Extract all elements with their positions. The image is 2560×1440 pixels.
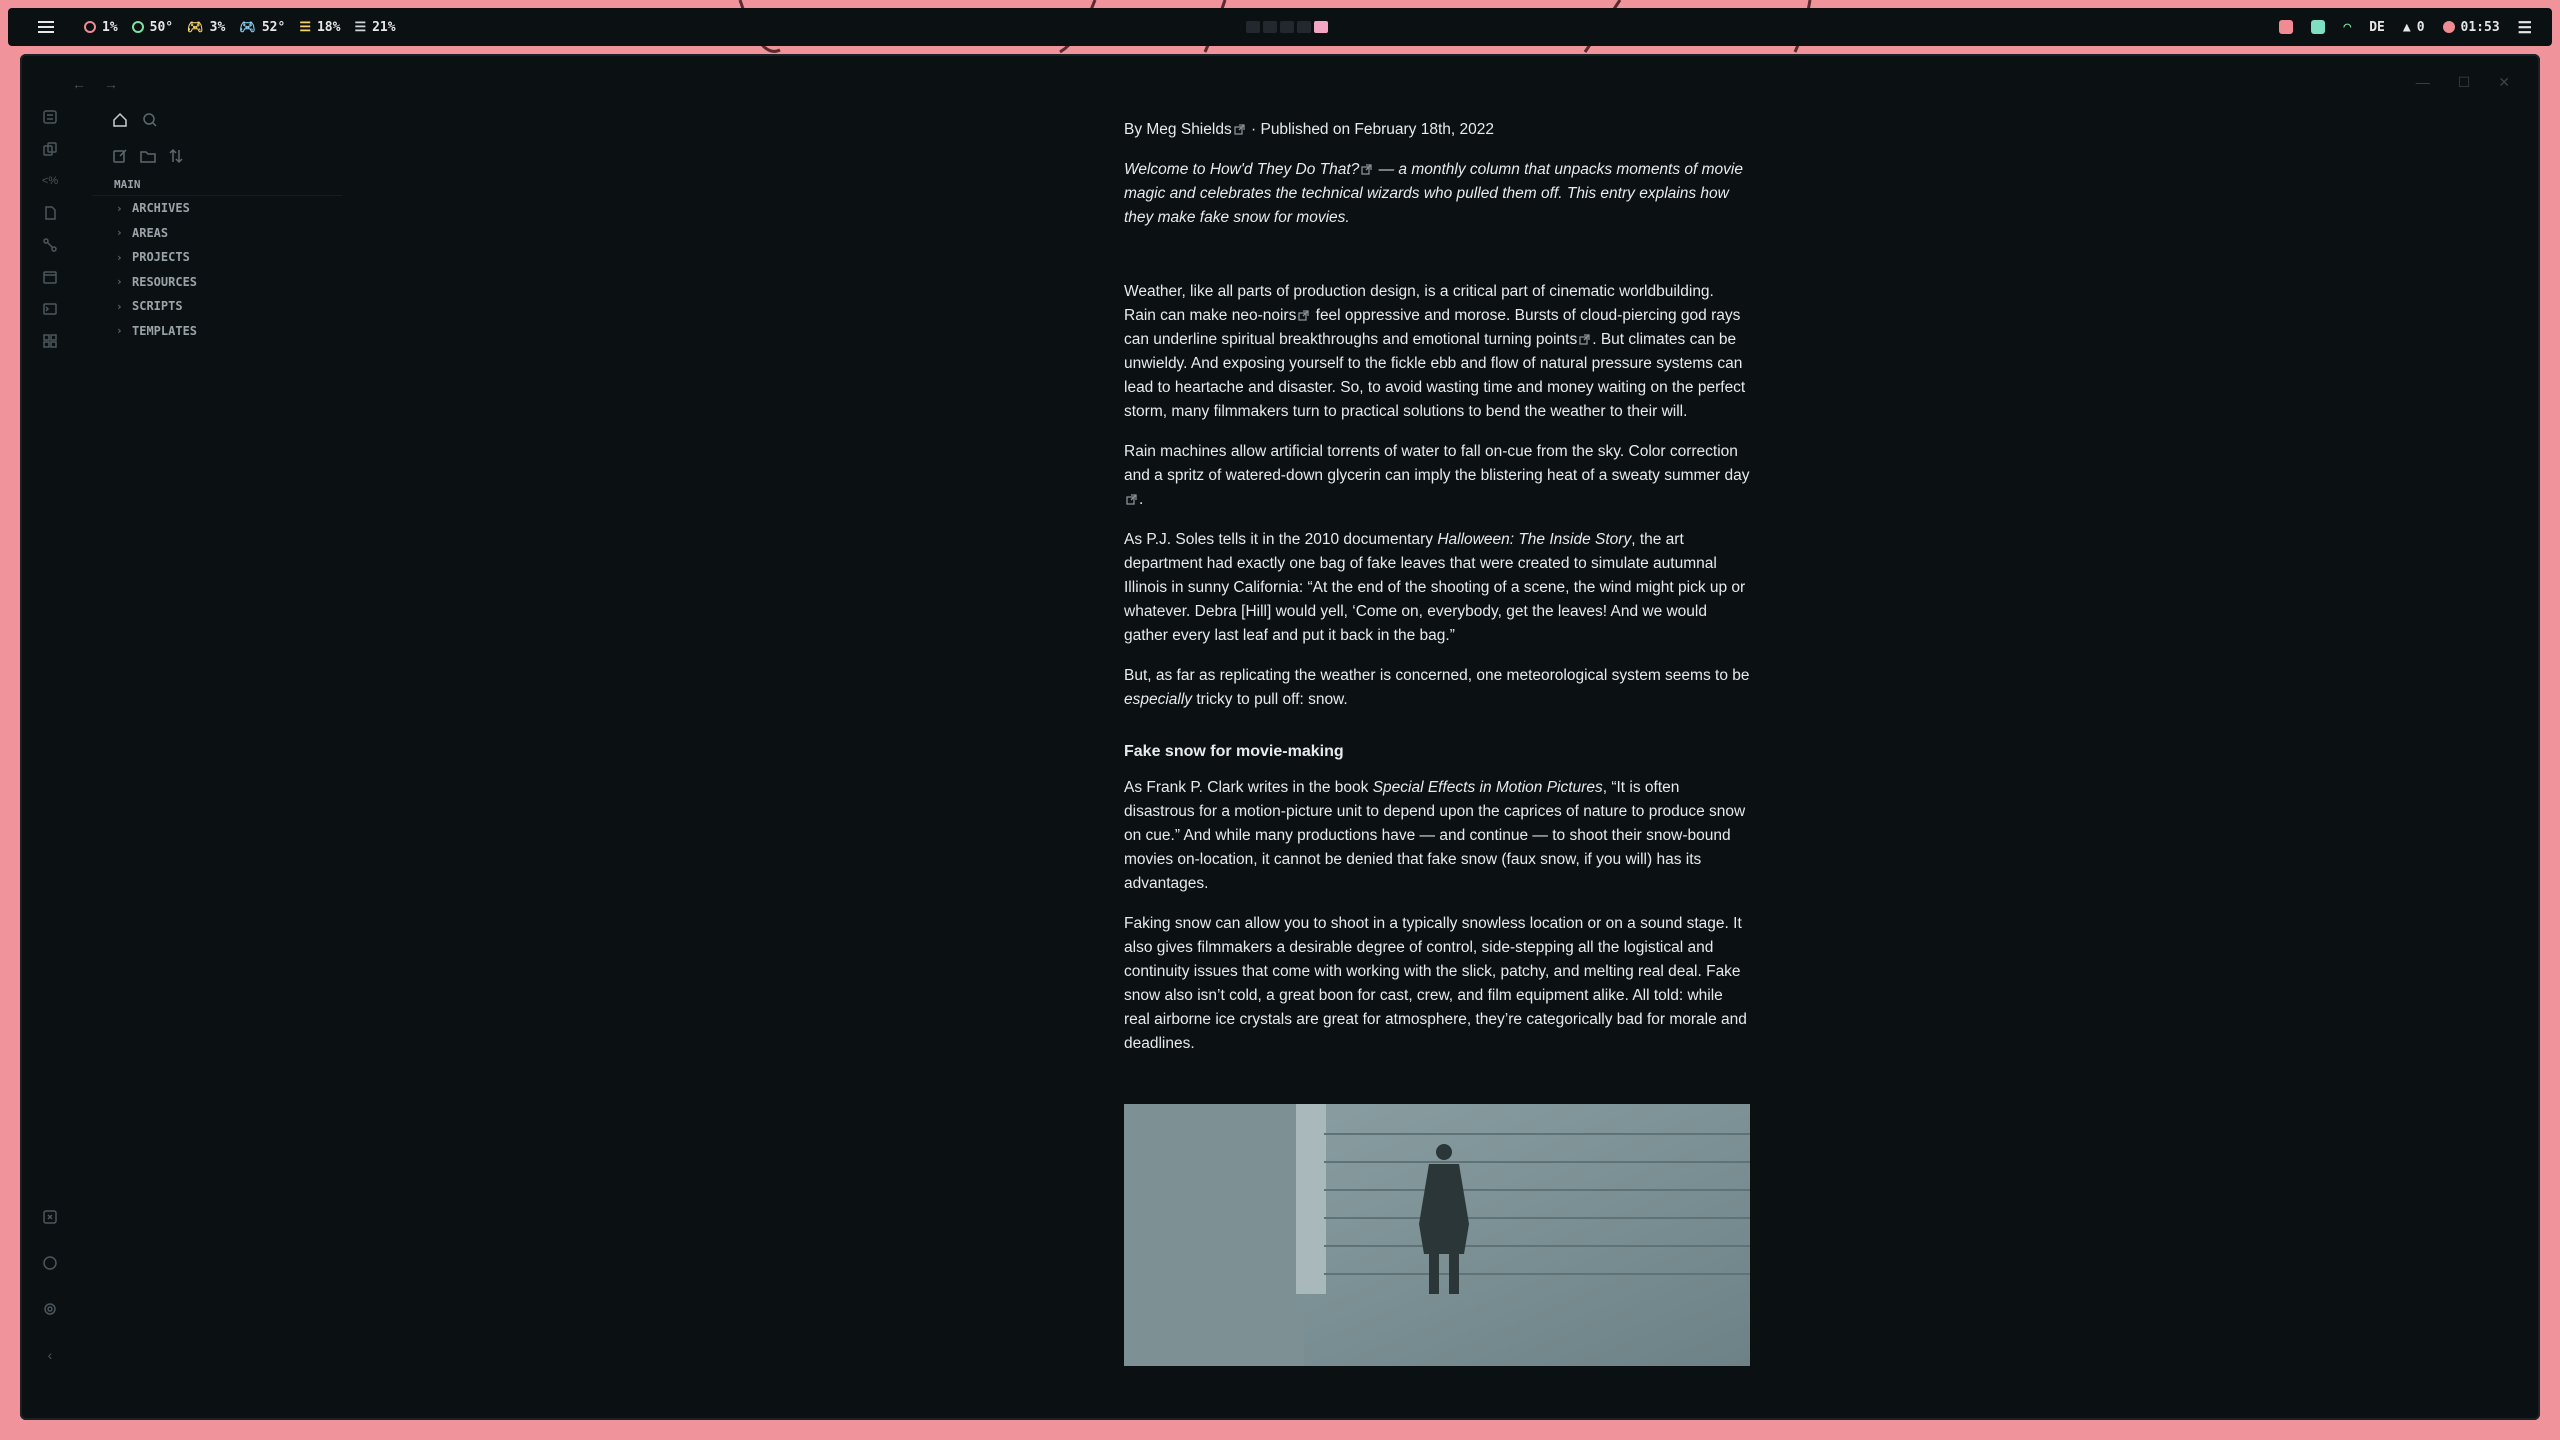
folder-label: ARCHIVES — [132, 201, 190, 216]
cpu-usage: 1% — [84, 20, 118, 35]
folder-areas[interactable]: › AREAS — [92, 221, 362, 246]
disk-usage: ☰ 21% — [354, 19, 396, 35]
folder-label: TEMPLATES — [132, 323, 198, 338]
column-link[interactable]: How'd They Do That? — [1210, 161, 1359, 178]
navigation: ← → — [72, 76, 118, 92]
workspace-1[interactable] — [1246, 21, 1260, 33]
turning-points-link[interactable]: turning points — [1484, 331, 1577, 348]
chevron-right-icon: › — [116, 324, 123, 338]
canvas-icon[interactable] — [41, 236, 59, 254]
chevron-right-icon: › — [116, 250, 123, 264]
paragraph-6: Faking snow can allow you to shoot in a … — [1124, 915, 1747, 1052]
workspace-2[interactable] — [1263, 21, 1277, 33]
paragraph-2: Rain machines allow artificial torrents … — [1124, 443, 1750, 508]
chevron-right-icon: › — [116, 299, 123, 313]
article-image-snow-scene — [1124, 1104, 1750, 1366]
calendar-icon[interactable] — [41, 268, 59, 286]
paragraph-1: Weather, like all parts of production de… — [1124, 283, 1746, 420]
intro-paragraph: Welcome to How'd They Do That? — a month… — [1124, 159, 1743, 226]
memory-usage: ☰ 18% — [299, 19, 341, 35]
cpu-icon — [84, 21, 96, 33]
folder-scripts[interactable]: › SCRIPTS — [92, 294, 362, 319]
wifi-icon[interactable]: ◠ — [2343, 20, 2351, 35]
sort-icon[interactable] — [168, 148, 184, 164]
tray-app2-icon[interactable] — [2311, 20, 2326, 34]
help-icon[interactable] — [41, 1254, 59, 1272]
chevron-right-icon: › — [116, 275, 123, 289]
clock-icon — [2442, 21, 2455, 33]
gpu-temp: 🎮︎ 52° — [239, 19, 286, 35]
author-link[interactable]: By Meg Shields — [1124, 121, 1232, 138]
folder-label: AREAS — [132, 225, 169, 240]
code-icon[interactable]: <% — [41, 172, 59, 190]
new-note-icon[interactable] — [112, 148, 128, 164]
maximize-icon[interactable]: ☐ — [2458, 74, 2471, 91]
search-icon[interactable] — [142, 112, 158, 128]
status-bar: 1% 50° 🎮︎ 3% 🎮︎ 52° ☰ 18% ☰ 21% ◠ DE ▲ 0… — [8, 8, 2552, 46]
minimize-icon[interactable]: — — [2416, 74, 2430, 91]
disk-icon: ☰ — [354, 19, 367, 35]
note-content: By Meg Shields · Published on February 1… — [1124, 118, 1750, 1366]
external-link-icon — [1234, 119, 1245, 135]
workspace-3[interactable] — [1280, 21, 1294, 33]
workspace-5-active[interactable] — [1314, 21, 1328, 33]
template-icon[interactable] — [41, 204, 59, 222]
close-icon[interactable]: ✕ — [2498, 74, 2510, 91]
explorer-section-title: MAIN — [92, 178, 342, 196]
tray-app-icon[interactable] — [2279, 20, 2294, 34]
section-heading: Fake snow for movie-making — [1124, 743, 1344, 760]
folder-projects[interactable]: › PROJECTS — [92, 245, 362, 270]
window-controls: — ☐ ✕ — [2416, 74, 2510, 91]
external-link-icon — [1298, 305, 1309, 321]
menu-icon[interactable] — [38, 18, 54, 34]
collapse-sidebar-icon[interactable]: ‹ — [41, 1346, 59, 1364]
workspace-4[interactable] — [1297, 21, 1311, 33]
terminal-icon[interactable] — [41, 300, 59, 318]
notifications[interactable]: ▲ 0 — [2403, 20, 2425, 35]
cpu-temp: 50° — [131, 20, 173, 35]
paragraph-5: As Frank P. Clark writes in the book Spe… — [1124, 779, 1746, 892]
byline: By Meg Shields · Published on February 1… — [1124, 118, 1750, 142]
file-explorer: MAIN › ARCHIVES › AREAS › PROJECTS › RESOURCES ›… — [92, 108, 362, 343]
gamepad-icon: 🎮︎ — [187, 19, 204, 35]
new-folder-icon[interactable] — [140, 148, 156, 164]
back-arrow-icon[interactable]: ← — [72, 76, 86, 92]
thermometer-icon — [131, 21, 144, 33]
folder-archives[interactable]: › ARCHIVES — [92, 196, 362, 221]
neo-noirs-link[interactable]: neo-noirs — [1232, 307, 1297, 324]
gamepad-temp-icon: 🎮︎ — [239, 19, 256, 35]
snow-image-illustration — [1124, 1104, 1750, 1366]
folder-resources[interactable]: › RESOURCES — [92, 270, 362, 295]
external-link-icon — [1579, 329, 1590, 345]
gpu-usage: 🎮︎ 3% — [187, 19, 226, 35]
publish-date: · Published on February 18th, 2022 — [1246, 121, 1494, 138]
summer-day-link[interactable]: sweaty summer day — [1612, 467, 1750, 484]
hamburger-menu-icon[interactable]: ☰ — [2518, 18, 2532, 37]
open-quick-switcher-icon[interactable] — [41, 108, 59, 126]
obsidian-window: ← → — ☐ ✕ <% ‹ MAIN › ARCHIVES › AREAS ›… — [20, 54, 2540, 1420]
workspace-switcher — [1246, 21, 1328, 33]
folder-templates[interactable]: › TEMPLATES — [92, 319, 362, 344]
folder-list: › ARCHIVES › AREAS › PROJECTS › RESOURCES › SCRIP… — [92, 196, 362, 343]
grid-icon[interactable] — [41, 332, 59, 350]
memory-icon: ☰ — [299, 19, 311, 35]
paragraph-4: But, as far as replicating the weather i… — [1124, 667, 1750, 708]
forward-arrow-icon[interactable]: → — [104, 76, 118, 92]
external-link-icon — [1361, 159, 1372, 175]
paragraph-3: As P.J. Soles tells it in the 2010 docum… — [1124, 531, 1746, 644]
folder-label: SCRIPTS — [132, 299, 183, 314]
chevron-right-icon: › — [116, 201, 123, 215]
bell-icon: ▲ — [2402, 19, 2411, 35]
folder-label: PROJECTS — [132, 250, 190, 265]
keyboard-layout[interactable]: DE — [2369, 20, 2385, 35]
graph-view-icon[interactable] — [41, 140, 59, 158]
vault-switcher-icon[interactable] — [41, 1208, 59, 1226]
ribbon: <% ‹ — [30, 108, 70, 1408]
clock[interactable]: 01:53 — [2442, 20, 2500, 35]
external-link-icon — [1126, 489, 1137, 505]
home-icon[interactable] — [112, 112, 128, 128]
settings-gear-icon[interactable] — [41, 1300, 59, 1318]
chevron-right-icon: › — [116, 226, 123, 240]
folder-label: RESOURCES — [132, 274, 198, 289]
